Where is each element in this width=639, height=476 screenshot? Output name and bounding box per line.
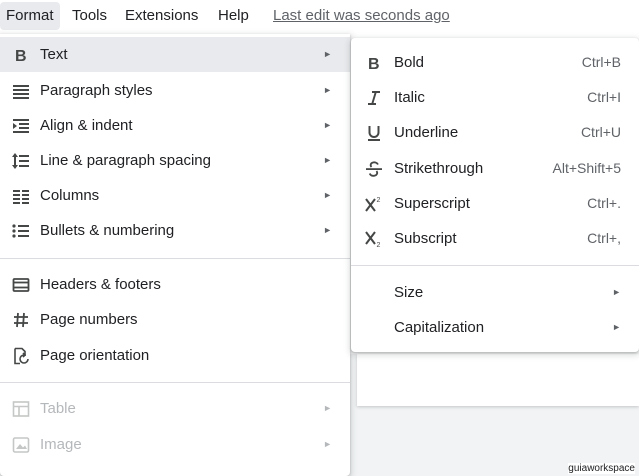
submenu-arrow-icon: ► bbox=[323, 155, 332, 165]
shortcut-text: Ctrl+. bbox=[587, 195, 621, 211]
svg-text:B: B bbox=[368, 56, 380, 72]
bulleted-list-icon bbox=[12, 222, 30, 240]
menu-item-label: Bullets & numbering bbox=[40, 222, 175, 239]
watermark-text: guiaworkspace bbox=[568, 463, 635, 474]
image-icon bbox=[12, 436, 30, 454]
menu-item-label: Line & paragraph spacing bbox=[40, 152, 211, 169]
submenu-item-bold[interactable]: B Bold Ctrl+B bbox=[351, 45, 639, 80]
shortcut-text: Alt+Shift+5 bbox=[552, 160, 622, 176]
submenu-item-size[interactable]: Size ► bbox=[351, 275, 639, 310]
submenu-arrow-icon: ► bbox=[323, 439, 332, 449]
menu-item-columns[interactable]: Columns ► bbox=[0, 178, 350, 213]
menu-item-label: Align & indent bbox=[40, 117, 133, 134]
menu-extensions[interactable]: Extensions bbox=[119, 2, 204, 30]
menu-item-label: Table bbox=[40, 400, 76, 417]
submenu-arrow-icon: ► bbox=[323, 225, 332, 235]
bold-icon: B bbox=[365, 54, 383, 72]
submenu-item-subscript[interactable]: 2 Subscript Ctrl+, bbox=[351, 221, 639, 256]
paragraph-styles-icon bbox=[12, 82, 30, 100]
submenu-item-label: Capitalization bbox=[394, 319, 485, 336]
submenu-item-underline[interactable]: Underline Ctrl+U bbox=[351, 115, 639, 150]
superscript-icon: 2 bbox=[365, 195, 383, 213]
last-edit-link[interactable]: Last edit was seconds ago bbox=[273, 2, 450, 30]
submenu-item-label: Strikethrough bbox=[394, 160, 484, 177]
submenu-item-label: Underline bbox=[394, 124, 459, 141]
menu-item-page-numbers[interactable]: Page numbers bbox=[0, 302, 350, 337]
submenu-arrow-icon: ► bbox=[323, 49, 332, 59]
shortcut-text: Ctrl+B bbox=[581, 54, 621, 70]
submenu-arrow-icon: ► bbox=[612, 322, 621, 332]
submenu-item-capitalization[interactable]: Capitalization ► bbox=[351, 310, 639, 345]
submenu-item-label: Superscript bbox=[394, 195, 470, 212]
menu-item-line-spacing[interactable]: Line & paragraph spacing ► bbox=[0, 143, 350, 178]
submenu-arrow-icon: ► bbox=[323, 120, 332, 130]
menu-item-label: Page numbers bbox=[40, 311, 138, 328]
menu-item-headers-footers[interactable]: Headers & footers bbox=[0, 267, 350, 302]
menu-item-label: Columns bbox=[40, 187, 100, 204]
submenu-item-label: Bold bbox=[394, 54, 425, 71]
subscript-icon: 2 bbox=[365, 230, 383, 248]
svg-text:2: 2 bbox=[377, 197, 381, 204]
menu-separator bbox=[0, 258, 350, 259]
menu-help[interactable]: Help bbox=[212, 2, 255, 30]
format-menu: B Text ► Paragraph styles ► Align & inde… bbox=[0, 34, 350, 476]
menu-item-align-indent[interactable]: Align & indent ► bbox=[0, 108, 350, 143]
menu-item-label: Paragraph styles bbox=[40, 82, 153, 99]
submenu-arrow-icon: ► bbox=[323, 403, 332, 413]
italic-icon bbox=[365, 89, 383, 107]
menu-item-paragraph-styles[interactable]: Paragraph styles ► bbox=[0, 73, 350, 108]
align-indent-icon bbox=[12, 117, 30, 135]
submenu-item-label: Subscript bbox=[394, 230, 457, 247]
bold-b-icon: B bbox=[12, 46, 30, 64]
text-submenu: B Bold Ctrl+B Italic Ctrl+I Underline Ct… bbox=[351, 38, 639, 352]
submenu-item-italic[interactable]: Italic Ctrl+I bbox=[351, 80, 639, 115]
menu-tools[interactable]: Tools bbox=[66, 2, 113, 30]
menu-item-label: Text bbox=[40, 46, 68, 63]
submenu-arrow-icon: ► bbox=[323, 190, 332, 200]
submenu-arrow-icon: ► bbox=[323, 85, 332, 95]
document-page[interactable] bbox=[357, 354, 639, 406]
line-spacing-icon bbox=[12, 152, 30, 170]
menu-item-label: Image bbox=[40, 436, 82, 453]
underline-icon bbox=[365, 124, 383, 142]
submenu-arrow-icon: ► bbox=[612, 287, 621, 297]
headers-footers-icon bbox=[12, 276, 30, 294]
page-orientation-icon bbox=[12, 347, 30, 365]
menu-item-image: Image ► bbox=[0, 427, 350, 462]
menu-item-label: Headers & footers bbox=[40, 276, 161, 293]
menu-separator bbox=[0, 382, 350, 383]
menu-format[interactable]: Format bbox=[0, 2, 60, 30]
columns-icon bbox=[12, 187, 30, 205]
submenu-item-strikethrough[interactable]: Strikethrough Alt+Shift+5 bbox=[351, 151, 639, 186]
svg-text:2: 2 bbox=[377, 242, 381, 248]
menu-bar: Format Tools Extensions Help Last edit w… bbox=[0, 0, 639, 32]
hash-icon bbox=[12, 311, 30, 329]
svg-text:B: B bbox=[15, 48, 27, 64]
shortcut-text: Ctrl+U bbox=[580, 124, 621, 140]
shortcut-text: Ctrl+, bbox=[587, 230, 621, 246]
strikethrough-icon bbox=[365, 160, 383, 178]
shortcut-text: Ctrl+I bbox=[587, 89, 621, 105]
submenu-item-label: Size bbox=[394, 284, 424, 301]
menu-item-page-orientation[interactable]: Page orientation bbox=[0, 338, 350, 373]
menu-item-table: Table ► bbox=[0, 391, 350, 426]
menu-item-bullets-numbering[interactable]: Bullets & numbering ► bbox=[0, 213, 350, 248]
submenu-item-superscript[interactable]: 2 Superscript Ctrl+. bbox=[351, 186, 639, 221]
menu-item-label: Page orientation bbox=[40, 347, 150, 364]
menu-item-text[interactable]: B Text ► bbox=[0, 37, 350, 72]
menu-separator bbox=[351, 265, 639, 266]
table-icon bbox=[12, 400, 30, 418]
submenu-item-label: Italic bbox=[394, 89, 425, 106]
